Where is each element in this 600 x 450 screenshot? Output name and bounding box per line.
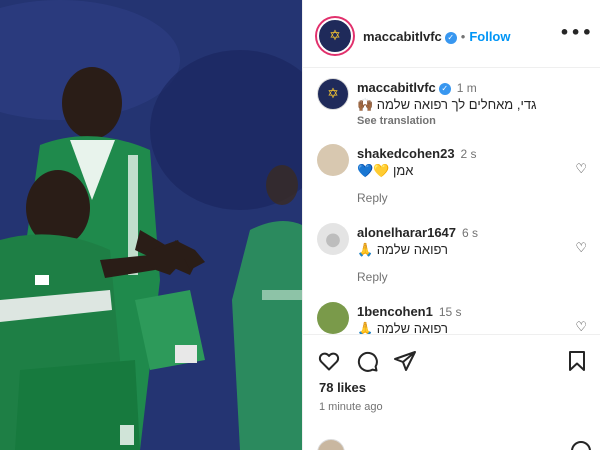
default-user-icon: ● <box>325 228 341 250</box>
emoji-icon[interactable] <box>571 441 591 450</box>
comment-time: 2 s <box>460 147 477 161</box>
reply-button[interactable]: Reply <box>357 270 557 284</box>
verified-badge-icon: ✓ <box>444 32 457 44</box>
club-crest-icon: ✡ <box>329 28 341 44</box>
verified-badge-icon: ✓ <box>438 83 451 95</box>
post-sidebar: ✡ maccabitlvfc ✓ • Follow ••• ✡ maccabitlvf… <box>302 0 600 450</box>
comment-body: shakedcohen23 2 s אמן 💛💙 Reply <box>357 146 557 205</box>
heart-icon[interactable] <box>317 349 341 373</box>
comment-like-icon[interactable]: ♡ <box>575 241 587 256</box>
commenter-avatar[interactable]: ● <box>317 223 349 255</box>
caption-body: maccabitlvfc ✓ 1 m גדי, מאחלים לך רפואה של… <box>357 80 587 127</box>
more-options-icon[interactable]: ••• <box>559 25 593 41</box>
comment-like-icon[interactable]: ♡ <box>575 320 587 334</box>
club-crest-icon: ✡ <box>327 86 339 102</box>
comment-body: 1bencohen1 15 s רפואה שלמה 🙏 <box>357 304 557 334</box>
share-icon[interactable] <box>393 349 417 373</box>
reply-button[interactable]: Reply <box>357 191 557 205</box>
post-timestamp: 1 minute ago <box>319 401 383 413</box>
likes-count[interactable]: 78 likes <box>319 380 366 395</box>
post-header: ✡ maccabitlvfc ✓ • Follow ••• <box>303 0 600 68</box>
post-image[interactable] <box>0 0 302 450</box>
header-username[interactable]: maccabitlvfc <box>363 29 442 44</box>
comment-username[interactable]: shakedcohen23 <box>357 146 455 161</box>
post-actions: 78 likes 1 minute ago <box>303 334 600 450</box>
comment-icon[interactable] <box>355 349 379 373</box>
football-photo <box>0 0 302 450</box>
comment-time: 15 s <box>438 305 462 319</box>
comment-username[interactable]: alonelharar1647 <box>357 225 456 240</box>
caption-text: גדי, מאחלים לך רפואה שלמה 🙌🏾 <box>357 97 537 112</box>
caption-time: 1 m <box>456 81 477 95</box>
account-avatar[interactable]: ✡ <box>317 18 353 54</box>
bookmark-icon[interactable] <box>565 349 589 373</box>
comment-text: רפואה שלמה 🙏 <box>357 321 448 334</box>
comments-section: ✡ maccabitlvfc ✓ 1 m גדי, מאחלים לך רפואה … <box>303 68 600 334</box>
comment-like-icon[interactable]: ♡ <box>575 162 587 177</box>
follow-button[interactable]: Follow <box>469 29 510 44</box>
current-user-avatar <box>317 439 345 450</box>
comment-text: אמן 💛💙 <box>357 163 414 178</box>
comment-username[interactable]: 1bencohen1 <box>357 304 433 319</box>
caption-avatar[interactable]: ✡ <box>317 78 349 110</box>
header-account-line: maccabitlvfc ✓ • Follow <box>363 29 511 44</box>
see-translation-link[interactable]: See translation <box>357 115 587 127</box>
separator-dot: • <box>460 29 466 44</box>
comment-body: alonelharar1647 6 s רפואה שלמה 🙏 Reply <box>357 225 557 284</box>
commenter-avatar[interactable] <box>317 302 349 334</box>
comment-time: 6 s <box>462 226 479 240</box>
commenter-avatar[interactable] <box>317 144 349 176</box>
comment-text: רפואה שלמה 🙏 <box>357 242 448 257</box>
caption-username[interactable]: maccabitlvfc <box>357 80 436 95</box>
